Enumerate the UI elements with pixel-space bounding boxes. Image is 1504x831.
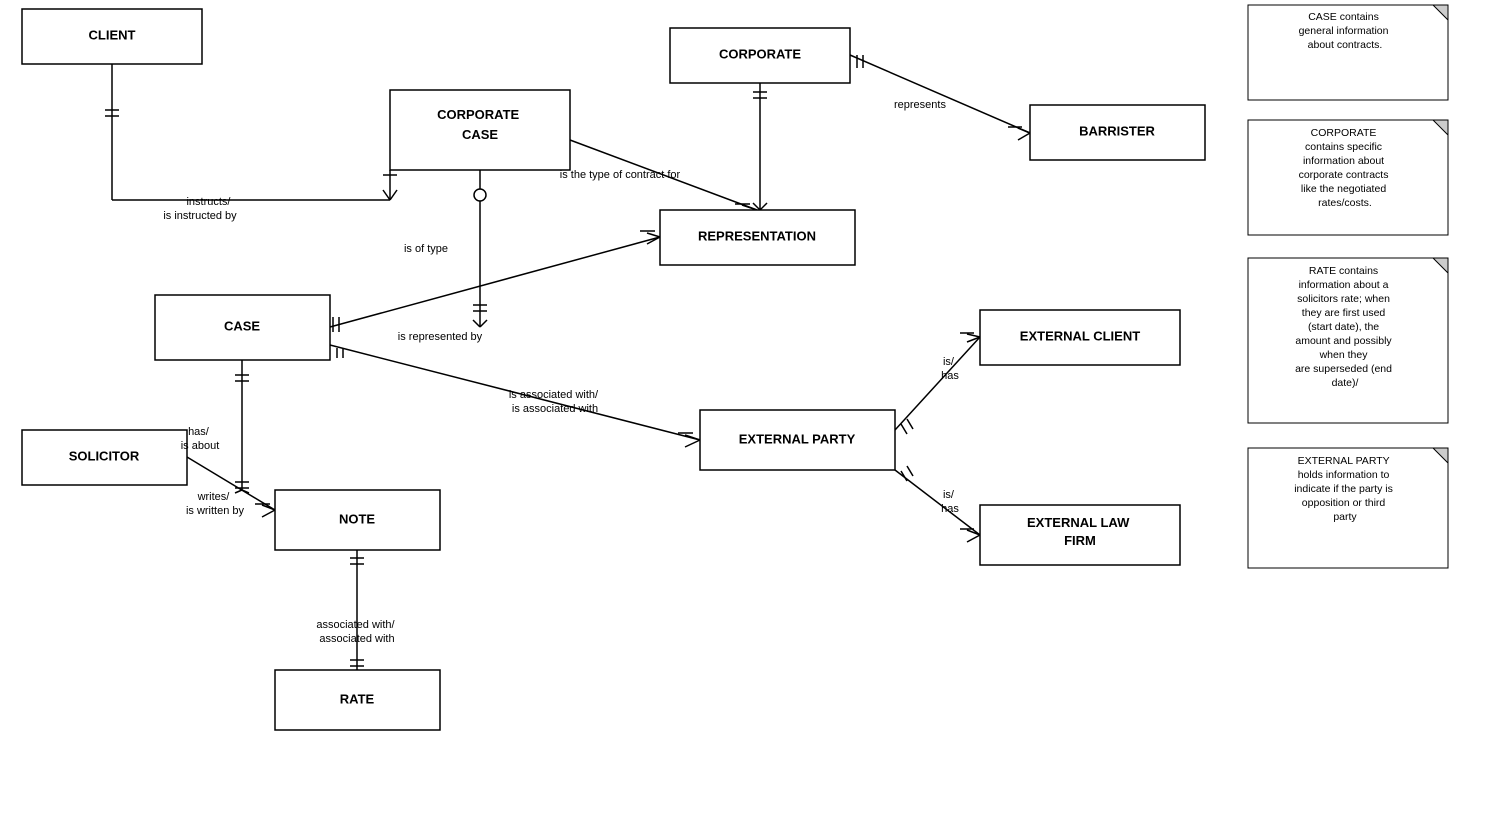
diagram-container: CLIENT CORPORATE CASE CORPORATE BARRISTE…: [0, 0, 1504, 831]
rel-represents: represents: [894, 99, 946, 111]
rel-type-contract: is the type of contract for: [560, 169, 681, 181]
entity-rate-label: RATE: [340, 691, 375, 706]
rel-is-of-type: is of type: [404, 243, 448, 255]
rel-writes: writes/ is written by: [186, 491, 245, 517]
note-case-text: CASE contains general information about …: [1299, 11, 1392, 51]
entity-client-label: CLIENT: [89, 27, 136, 42]
rel-is-has-firm: is/ has: [941, 489, 959, 515]
note-rate-text: RATE contains information about a solici…: [1295, 265, 1395, 389]
entity-barrister-label: BARRISTER: [1079, 123, 1155, 138]
rel-represented-by: is represented by: [398, 331, 483, 343]
entity-corporate-label: CORPORATE: [719, 46, 801, 61]
entity-representation-label: REPRESENTATION: [698, 228, 816, 243]
entity-solicitor-label: SOLICITOR: [69, 448, 140, 463]
entity-case-label: CASE: [224, 318, 260, 333]
entity-external-client-label: EXTERNAL CLIENT: [1020, 328, 1140, 343]
erd-diagram: CLIENT CORPORATE CASE CORPORATE BARRISTE…: [0, 0, 1504, 831]
entity-note-label: NOTE: [339, 511, 375, 526]
entity-external-party-label: EXTERNAL PARTY: [739, 431, 856, 446]
